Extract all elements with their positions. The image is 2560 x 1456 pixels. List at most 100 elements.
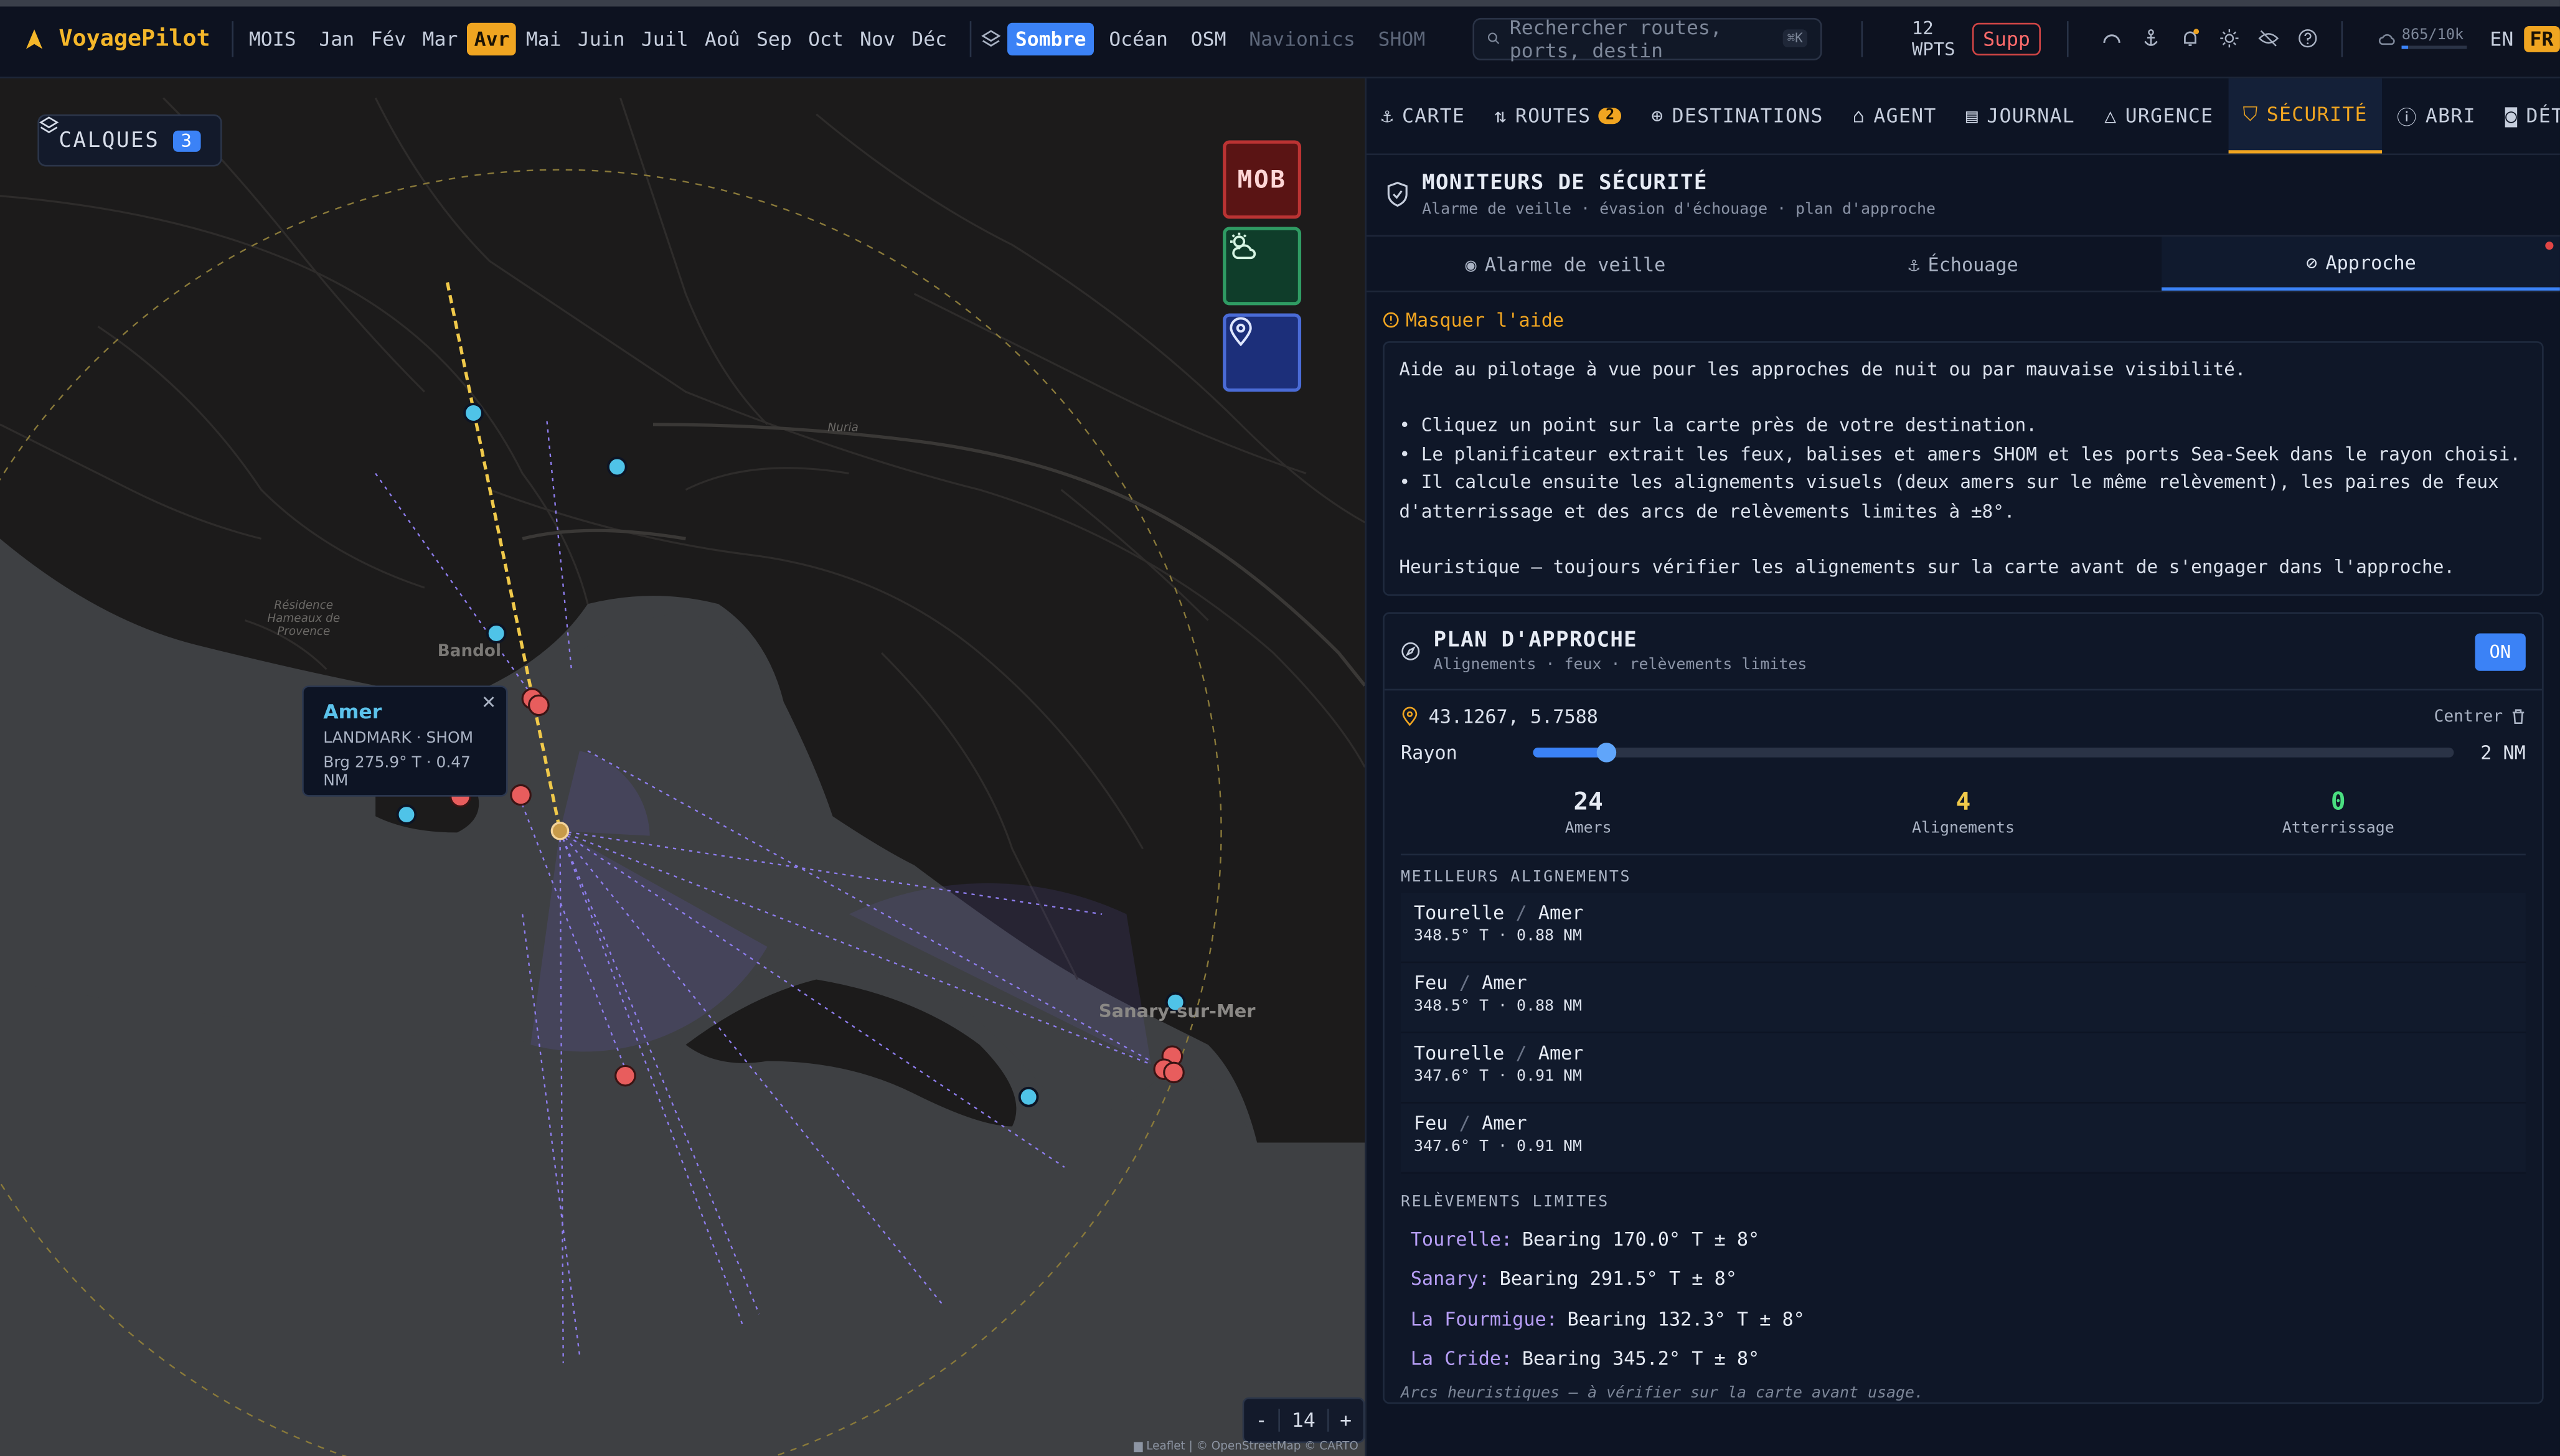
stat-label: Amers <box>1565 820 1612 838</box>
stat-landmarks: 24 Amers <box>1401 787 1776 838</box>
compass-icon <box>1401 643 1420 661</box>
tab-agent[interactable]: ⌂ AGENT <box>1838 78 1951 154</box>
tab-label: CARTE <box>1401 104 1466 128</box>
center-button[interactable]: Centrer <box>2434 708 2526 726</box>
subtab-label: Approche <box>2325 250 2416 274</box>
eye-off-icon[interactable] <box>2259 28 2280 49</box>
limit-bearing-item: La Fourmigue: Bearing 132.3° T ± 8° <box>1411 1299 2526 1338</box>
sun-icon[interactable] <box>2219 28 2241 49</box>
month-aug[interactable]: Aoû <box>698 22 746 54</box>
month-mar[interactable]: Mar <box>416 22 464 54</box>
basemap-ocean[interactable]: Océan <box>1101 22 1176 54</box>
light-marker[interactable] <box>528 694 550 716</box>
gauge-icon[interactable] <box>2102 28 2123 49</box>
weather-icon <box>1230 232 1256 260</box>
zoom-in-button[interactable]: + <box>1329 1409 1363 1432</box>
landmark-marker[interactable] <box>463 403 484 423</box>
tab-detection[interactable]: ◙ DÉTECTION <box>2491 78 2560 154</box>
basemap-osm[interactable]: OSM <box>1183 22 1235 54</box>
month-oct[interactable]: Oct <box>802 22 850 54</box>
tab-securite[interactable]: ⛉ SÉCURITÉ <box>2228 78 2383 154</box>
month-may[interactable]: Mai <box>519 22 568 54</box>
lang-en[interactable]: EN <box>2490 27 2513 50</box>
landmark-marker[interactable] <box>606 456 628 477</box>
divider <box>2341 20 2343 57</box>
route-icon: ⇅ <box>1494 104 1507 128</box>
month-feb[interactable]: Fév <box>364 22 413 54</box>
tab-routes[interactable]: ⇅ ROUTES 2 <box>1480 78 1637 154</box>
landmark-marker[interactable] <box>486 623 507 644</box>
search-input[interactable]: Rechercher routes, ports, destin ⌘K <box>1472 15 1823 62</box>
basemap-navionics[interactable]: Navionics <box>1241 22 1363 54</box>
search-shortcut: ⌘K <box>1782 29 1808 48</box>
bell-icon[interactable] <box>2180 28 2201 49</box>
plan-stats: 24 Amers 4 Alignements 0 Atterrissage <box>1401 764 2526 857</box>
month-nov[interactable]: Nov <box>854 22 902 54</box>
zoom-out-button[interactable]: - <box>1244 1409 1279 1432</box>
basemap-dark[interactable]: Sombre <box>1007 22 1094 55</box>
limit-bearings-heading: RELÈVEMENTS LIMITES <box>1401 1194 1609 1212</box>
search-placeholder: Rechercher routes, ports, destin <box>1509 15 1722 62</box>
landmark-marker[interactable] <box>396 804 417 825</box>
popup-close-button[interactable]: ✕ <box>481 692 496 713</box>
alignment-item[interactable]: Feu / Amer 348.5° T · 0.88 NM <box>1401 964 2526 1035</box>
radius-label: Rayon <box>1401 741 1457 765</box>
quota-text: 865/10k <box>2401 27 2464 44</box>
alignment-item[interactable]: Tourelle / Amer 348.5° T · 0.88 NM <box>1401 893 2526 964</box>
alignment-item[interactable]: Feu / Amer 347.6° T · 0.91 NM <box>1401 1104 2526 1175</box>
anchor-icon[interactable] <box>2141 28 2162 49</box>
month-apr[interactable]: Avr <box>468 22 517 55</box>
month-jul[interactable]: Juil <box>634 22 695 54</box>
radius-slider-handle[interactable] <box>1596 743 1616 763</box>
lang-fr[interactable]: FR <box>2523 25 2560 52</box>
tab-journal[interactable]: ▤ JOURNAL <box>1951 78 2089 154</box>
divider <box>231 20 233 57</box>
subtab-watch-alarm[interactable]: ◉ Alarme de veille <box>1367 237 1764 291</box>
map[interactable]: Bandol Sanary-sur-Mer Nuria Résidence Ha… <box>0 78 1365 1456</box>
approach-point-marker[interactable] <box>550 821 570 840</box>
month-sep[interactable]: Sep <box>750 22 799 54</box>
delete-waypoints-button[interactable]: Supp <box>1971 22 2042 55</box>
month-jun[interactable]: Juin <box>571 22 631 54</box>
month-jan[interactable]: Jan <box>313 22 361 54</box>
tab-abri[interactable]: ⓘ ABRI <box>2382 78 2490 154</box>
mob-button[interactable]: MOB <box>1223 140 1302 219</box>
limit-text: Bearing 345.2° T ± 8° <box>1522 1346 1760 1370</box>
stat-value: 4 <box>1955 787 1971 817</box>
plan-title: PLAN D'APPROCHE <box>1433 629 1638 654</box>
landmark-marker[interactable] <box>1018 1086 1039 1107</box>
trash-icon[interactable] <box>2511 709 2526 725</box>
layers-button[interactable]: CALQUES 3 <box>37 114 223 167</box>
help-box: Aide au pilotage à vue pour les approche… <box>1383 341 2544 597</box>
tab-destinations[interactable]: ⊕ DESTINATIONS <box>1637 78 1838 154</box>
subtab-approach[interactable]: ⊘ Approche <box>2162 237 2560 291</box>
coordinates-value: 43.1267, 5.7588 <box>1428 706 1598 729</box>
subtab-grounding[interactable]: ⚓ Échouage <box>1764 237 2162 291</box>
eye-icon: ◉ <box>1465 252 1477 275</box>
alignment-rear: Amer <box>1538 1042 1584 1065</box>
quota-fill <box>2401 45 2407 49</box>
month-selector: MOIS Jan Fév Mar Avr Mai Juin Juil Aoû S… <box>242 22 954 55</box>
alignment-item[interactable]: Tourelle / Amer 347.6° T · 0.91 NM <box>1401 1034 2526 1104</box>
month-dec[interactable]: Déc <box>905 22 954 54</box>
map-canvas[interactable] <box>0 78 1365 1456</box>
basemap-shom[interactable]: SHOM <box>1370 22 1433 54</box>
tab-urgence[interactable]: △ URGENCE <box>2090 78 2228 154</box>
map-attribution[interactable]: ▆ Leaflet | © OpenStreetMap © CARTO <box>1134 1440 1358 1453</box>
routes-count-badge: 2 <box>1599 108 1622 124</box>
help-bullet-3: • Il calcule ensuite les alignements vis… <box>1399 472 2499 522</box>
label-sanary: Sanary-sur-Mer <box>1098 1000 1256 1022</box>
tab-carte[interactable]: ⚓ CARTE <box>1367 78 1480 154</box>
plan-toggle-button[interactable]: ON <box>2474 633 2526 671</box>
radius-slider[interactable] <box>1532 743 2454 763</box>
help-icon[interactable] <box>2297 28 2318 49</box>
hide-help-toggle[interactable]: Masquer l'aide <box>1383 309 2544 331</box>
light-marker[interactable] <box>1163 1061 1185 1084</box>
limit-text: Bearing 291.5° T ± 8° <box>1499 1267 1737 1290</box>
app-logo[interactable]: VoyagePilot <box>0 26 222 52</box>
app-name: VoyagePilot <box>59 25 210 52</box>
light-marker[interactable] <box>614 1064 636 1087</box>
light-marker[interactable] <box>510 784 532 806</box>
weather-button[interactable] <box>1223 227 1302 306</box>
location-pin-button[interactable] <box>1223 313 1302 392</box>
